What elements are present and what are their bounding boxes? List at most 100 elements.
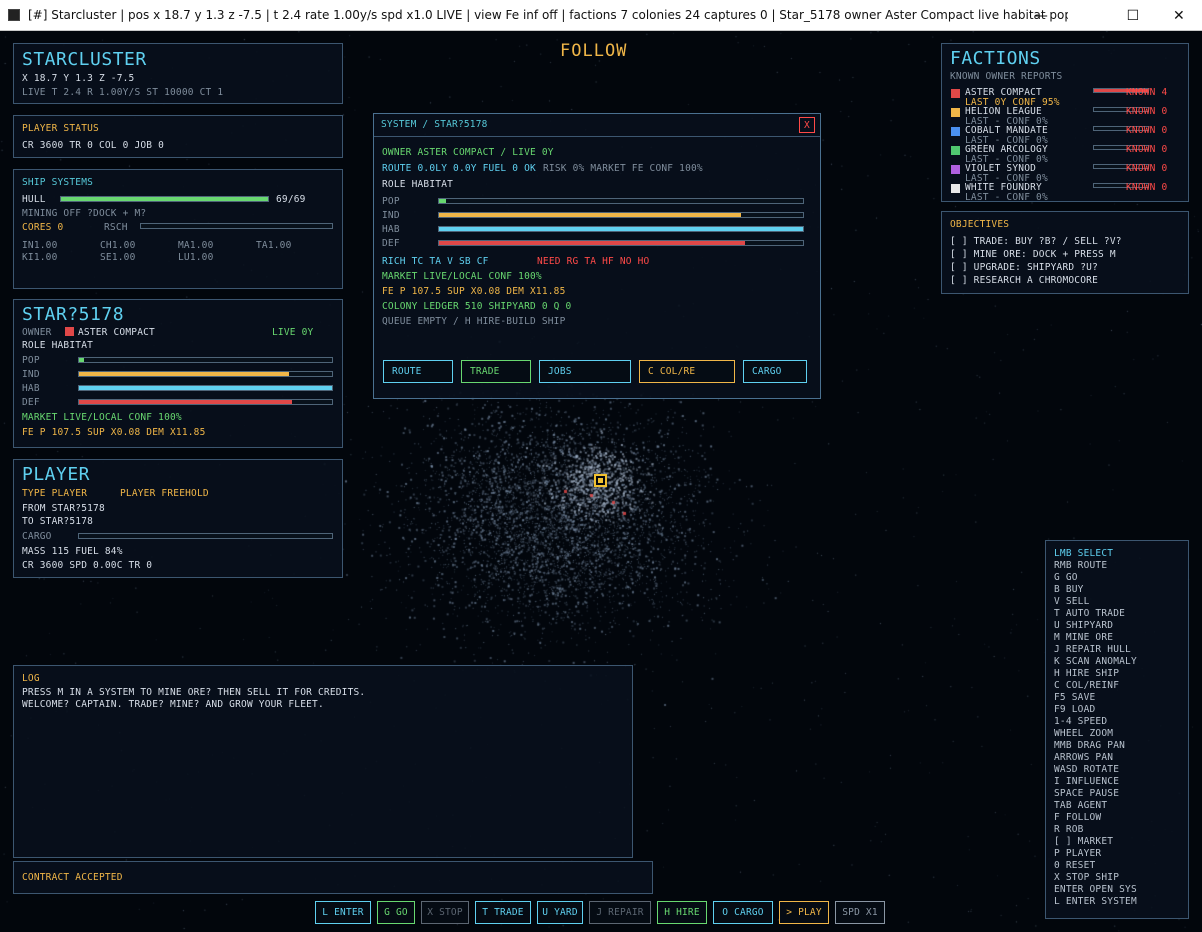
cluster-status: LIVE T 2.4 R 1.00Y/S ST 10000 CT 1 xyxy=(22,87,224,98)
trade-button[interactable]: TRADE xyxy=(461,360,531,383)
keybind-item: H HIRE SHIP xyxy=(1054,668,1120,679)
cores-count: CORES 0 xyxy=(22,222,64,233)
route-button[interactable]: ROUTE xyxy=(383,360,453,383)
research-bar xyxy=(140,223,333,229)
close-window-button[interactable]: ✕ xyxy=(1156,0,1202,31)
objective-item: [ ] RESEARCH A CHROMOCORE xyxy=(950,275,1098,286)
faction-known: KNOWN 4 xyxy=(1126,87,1168,98)
factions-panel: FACTIONS KNOWN OWNER REPORTS ASTER COMPA… xyxy=(941,43,1189,202)
jobs-button[interactable]: JOBS xyxy=(539,360,631,383)
action-button-x-stop[interactable]: X STOP xyxy=(421,901,469,924)
player-title: PLAYER xyxy=(22,464,91,485)
objective-item: [ ] MINE ORE: DOCK + PRESS M xyxy=(950,249,1116,260)
cargo-bar xyxy=(78,533,333,539)
window-title: [#] Starcluster | pos x 18.7 y 1.3 z -7.… xyxy=(28,8,1068,22)
keybind-item: U SHIPYARD xyxy=(1054,620,1114,631)
ship-systems-title: SHIP SYSTEMS xyxy=(22,177,94,188)
log-line: WELCOME? CAPTAIN. TRADE? MINE? AND GROW … xyxy=(22,699,324,710)
keybind-item: M MINE ORE xyxy=(1054,632,1114,643)
system-need: NEED RG TA HF NO HO xyxy=(537,256,650,267)
owner-label: OWNER xyxy=(22,327,52,338)
action-button-g-go[interactable]: G GO xyxy=(377,901,415,924)
star-market: MARKET LIVE/LOCAL CONF 100% xyxy=(22,412,182,423)
factions-subtitle: KNOWN OWNER REPORTS xyxy=(950,71,1063,82)
keybind-item: LMB SELECT xyxy=(1054,548,1114,559)
keybind-item: F FOLLOW xyxy=(1054,812,1102,823)
player-credits: CR 3600 SPD 0.00C TR 0 xyxy=(22,560,153,571)
action-button-o-cargo[interactable]: O CARGO xyxy=(713,901,773,924)
faction-known: KNOWN 0 xyxy=(1126,106,1168,117)
star-stat-bar xyxy=(78,399,333,405)
colonize-reinforce-button[interactable]: C COL/RE xyxy=(639,360,735,383)
action-button-t-trade[interactable]: T TRADE xyxy=(475,901,531,924)
keybind-item: X STOP SHIP xyxy=(1054,872,1120,883)
research-label: RSCH xyxy=(104,222,128,233)
system-dialog-title: SYSTEM / STAR?5178 xyxy=(381,119,488,130)
faction-known: KNOWN 0 xyxy=(1126,125,1168,136)
owner-color-swatch xyxy=(65,327,74,336)
maximize-button[interactable]: ☐ xyxy=(1110,0,1156,31)
action-button-h-hire[interactable]: H HIRE xyxy=(657,901,707,924)
system-stat-label: IND xyxy=(382,210,400,221)
keybind-item: 0 RESET xyxy=(1054,860,1096,871)
log-line: PRESS M IN A SYSTEM TO MINE ORE? THEN SE… xyxy=(22,687,366,698)
keybind-item: C COL/REINF xyxy=(1054,680,1120,691)
system-dialog: SYSTEM / STAR?5178 X OWNER ASTER COMPACT… xyxy=(373,113,821,399)
window-titlebar: [#] Starcluster | pos x 18.7 y 1.3 z -7.… xyxy=(0,0,1202,31)
star-live: LIVE 0Y xyxy=(272,327,314,338)
objective-item: [ ] TRADE: BUY ?B? / SELL ?V? xyxy=(950,236,1122,247)
star-stat-bar xyxy=(78,385,333,391)
faction-color-swatch xyxy=(951,89,960,98)
factions-title: FACTIONS xyxy=(950,48,1041,69)
keybind-item: G GO xyxy=(1054,572,1078,583)
action-button-spd-x1[interactable]: SPD X1 xyxy=(835,901,885,924)
system-dialog-close-button[interactable]: X xyxy=(799,117,815,133)
keybind-item: I INFLUENCE xyxy=(1054,776,1120,787)
keybind-item: T AUTO TRADE xyxy=(1054,608,1126,619)
action-button-u-yard[interactable]: U YARD xyxy=(537,901,583,924)
contract-text: CONTRACT ACCEPTED xyxy=(22,872,123,883)
faction-known: KNOWN 0 xyxy=(1126,144,1168,155)
system-dialog-divider xyxy=(374,136,820,137)
mining-status: MINING OFF ?DOCK + M? xyxy=(22,208,147,219)
contract-panel: CONTRACT ACCEPTED xyxy=(13,861,653,894)
game-viewport[interactable]: FOLLOW STARCLUSTER X 18.7 Y 1.3 Z -7.5 L… xyxy=(0,31,1202,932)
player-from: FROM STAR?5178 xyxy=(22,503,105,514)
system-rich: RICH TC TA V SB CF xyxy=(382,256,489,267)
system-stat-bar xyxy=(438,212,804,218)
faction-color-swatch xyxy=(951,127,960,136)
keybind-item: TAB AGENT xyxy=(1054,800,1108,811)
player-status-title: PLAYER STATUS xyxy=(22,123,99,134)
hull-value: 69/69 xyxy=(276,194,306,205)
keybind-item: V SELL xyxy=(1054,596,1090,607)
cargo-button[interactable]: CARGO xyxy=(743,360,807,383)
log-panel: LOG PRESS M IN A SYSTEM TO MINE ORE? THE… xyxy=(13,665,633,858)
minimize-button[interactable]: — xyxy=(1018,0,1064,31)
keybind-item: MMB DRAG PAN xyxy=(1054,740,1126,751)
player-status-line: CR 3600 TR 0 COL 0 JOB 0 xyxy=(22,140,165,151)
star-info-panel: STAR?5178 OWNER ASTER COMPACT LIVE 0Y RO… xyxy=(13,299,343,448)
follow-mode-label: FOLLOW xyxy=(560,41,628,61)
system-role: ROLE HABITAT xyxy=(382,179,454,190)
faction-known: KNOWN 0 xyxy=(1126,182,1168,193)
app-icon xyxy=(8,9,20,21)
player-to: TO STAR?5178 xyxy=(22,516,94,527)
starcluster-title: STARCLUSTER xyxy=(22,49,147,70)
selected-star-marker[interactable] xyxy=(594,474,607,487)
player-mass-fuel: MASS 115 FUEL 84% xyxy=(22,546,123,557)
action-button-play[interactable]: > PLAY xyxy=(779,901,829,924)
module-ch: CH1.00 xyxy=(100,240,136,251)
player-freehold: PLAYER FREEHOLD xyxy=(120,488,209,499)
module-se: SE1.00 xyxy=(100,252,136,263)
keybind-item: RMB ROUTE xyxy=(1054,560,1108,571)
faction-color-swatch xyxy=(951,165,960,174)
action-button-j-repair[interactable]: J REPAIR xyxy=(589,901,651,924)
system-owner-line: OWNER ASTER COMPACT / LIVE 0Y xyxy=(382,147,554,158)
faction-detail: LAST - CONF 0% xyxy=(965,192,1048,201)
keybind-item: J REPAIR HULL xyxy=(1054,644,1131,655)
system-stat-label: HAB xyxy=(382,224,400,235)
action-button-l-enter[interactable]: L ENTER xyxy=(315,901,371,924)
module-lu: LU1.00 xyxy=(178,252,214,263)
keybind-item: R ROB xyxy=(1054,824,1084,835)
system-risk-line: RISK 0% MARKET FE CONF 100% xyxy=(543,163,703,174)
